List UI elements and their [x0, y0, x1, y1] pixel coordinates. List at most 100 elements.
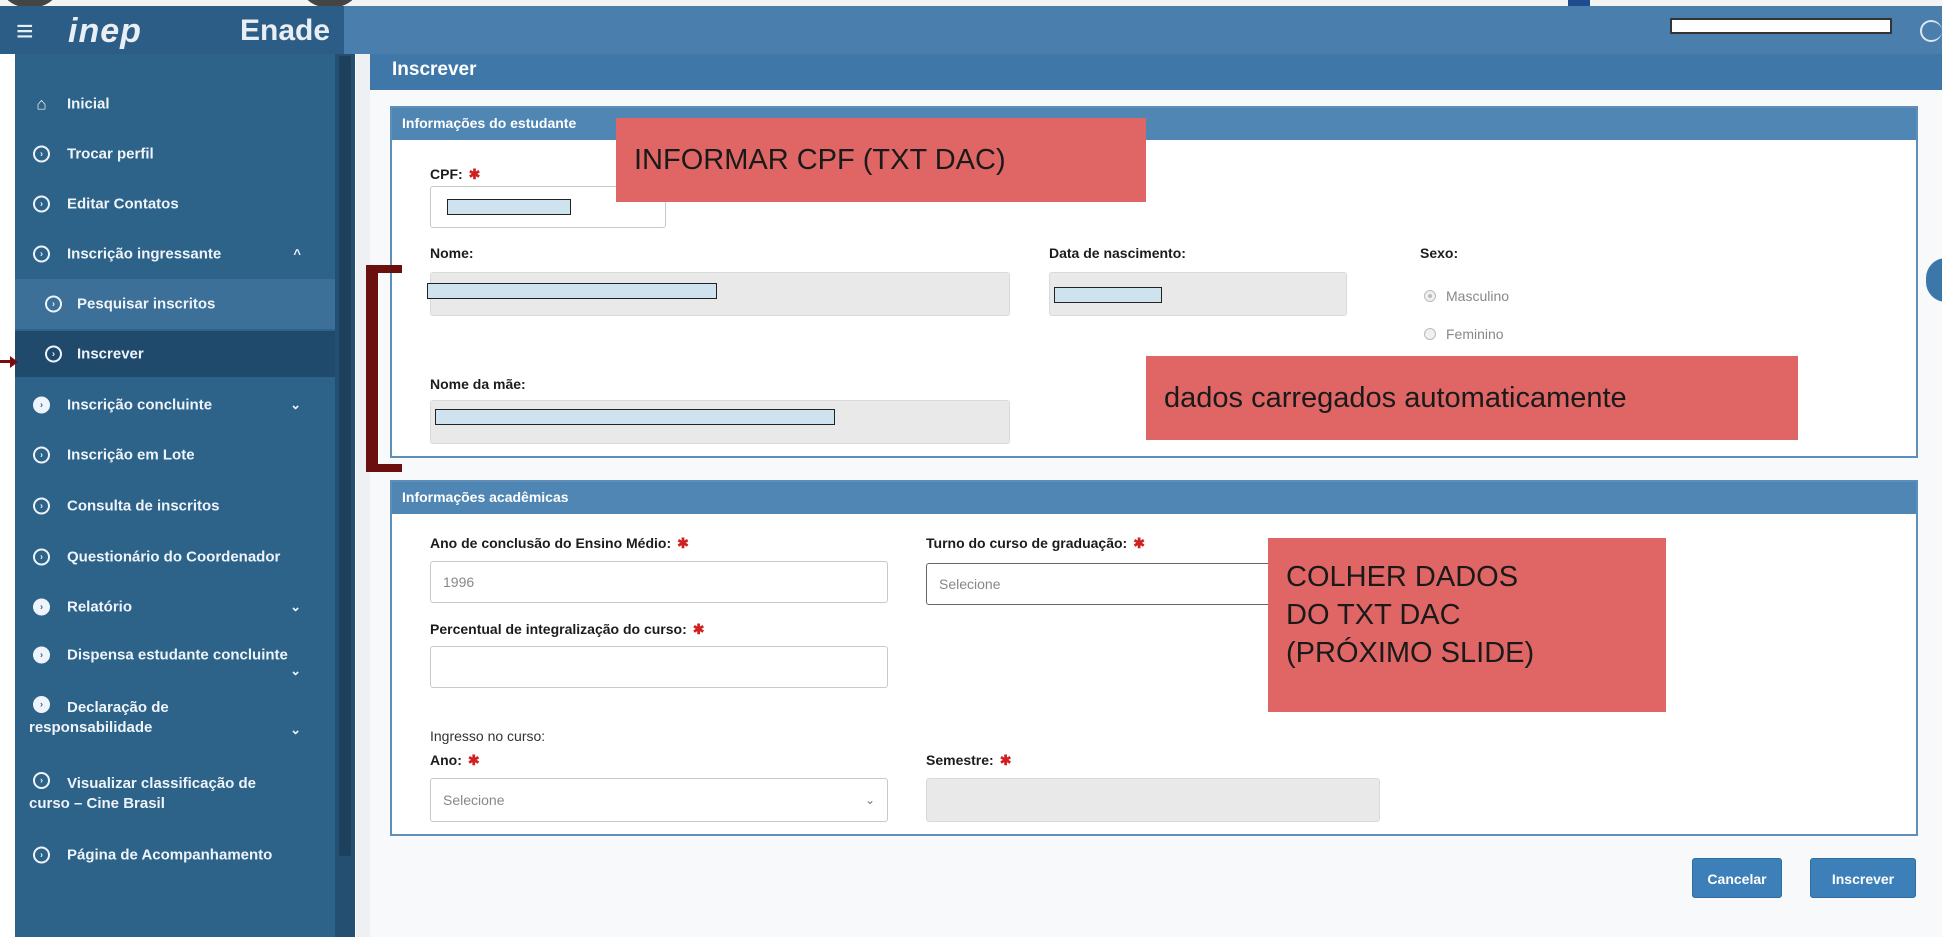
hamburger-icon[interactable]: ≡ — [16, 17, 34, 47]
turno-select[interactable]: Selecione — [926, 563, 1286, 605]
sidebar-item-label: Pesquisar inscritos — [77, 295, 216, 313]
chevron-down-icon: ⌄ — [864, 793, 875, 807]
sidebar-item-dispensa-estudante[interactable]: › Dispensa estudante concluinte ⌄ — [15, 637, 335, 681]
sidebar-item-relatorio[interactable]: › Relatório ⌄ — [15, 587, 335, 627]
auto-load-annotation: dados carregados automaticamente — [1146, 356, 1798, 440]
ingresso-label: Ingresso no curso: — [430, 728, 546, 744]
ano-conclusao-input[interactable]: 1996 — [430, 561, 888, 603]
circle-arrow-icon: › — [45, 345, 62, 363]
cpf-label: CPF: ✱ — [430, 166, 480, 183]
chevron-down-icon: ⌄ — [290, 663, 301, 678]
required-icon: ✱ — [467, 752, 480, 768]
turno-label: Turno do curso de graduação: ✱ — [926, 535, 1145, 552]
required-icon: ✱ — [677, 535, 689, 551]
circle-arrow-icon: › — [33, 497, 50, 515]
mae-label: Nome da mãe: — [430, 376, 526, 392]
sidebar-item-label: Página de Acompanhamento — [67, 846, 273, 864]
home-icon: ⌂ — [36, 94, 47, 114]
circle-arrow-icon: › — [45, 295, 62, 313]
sidebar-item-label-line2: curso – Cine Brasil — [29, 795, 165, 812]
pointer-arrow-icon — [10, 356, 18, 368]
nome-field — [427, 272, 1010, 316]
bracket-annotation — [366, 265, 378, 472]
ano-ingresso-select[interactable]: Selecione ⌄ — [430, 778, 888, 822]
sidebar-item-inscricao-ingressante[interactable]: › Inscrição ingressante ^ — [15, 234, 335, 274]
semestre-select[interactable] — [926, 778, 1380, 822]
sidebar-item-label-line2: responsabilidade — [29, 719, 153, 736]
circle-arrow-icon: › — [33, 446, 50, 464]
ano-conclusao-label-text: Ano de conclusão do Ensino Médio: — [430, 535, 672, 551]
sexo-feminino-label: Feminino — [1446, 326, 1504, 342]
sexo-label: Sexo: — [1420, 245, 1459, 261]
sidebar-item-editar-contatos[interactable]: › Editar Contatos — [15, 184, 335, 224]
cpf-annotation: INFORMAR CPF (TXT DAC) — [616, 118, 1146, 202]
ano-label-text: Ano: — [430, 752, 462, 768]
percentual-label: Percentual de integralização do curso: ✱ — [430, 621, 704, 638]
nascimento-label: Data de nascimento: — [1049, 245, 1186, 261]
sidebar-item-label: Inscrição concluinte — [67, 396, 213, 414]
circle-arrow-icon: › — [33, 846, 50, 864]
semestre-label: Semestre: ✱ — [926, 752, 1011, 769]
submit-button[interactable]: Inscrever — [1810, 858, 1916, 898]
ano-conclusao-label: Ano de conclusão do Ensino Médio: ✱ — [430, 535, 689, 552]
sidebar-item-inscricao-concluinte[interactable]: › Inscrição concluinte ⌄ — [15, 385, 335, 425]
nascimento-field — [1049, 272, 1347, 316]
circle-arrow-icon: › — [33, 548, 50, 566]
chevron-down-icon: ⌄ — [290, 599, 301, 614]
sidebar-item-label: Consulta de inscritos — [67, 497, 220, 515]
sidebar-item-declaracao-responsabilidade[interactable]: › Declaração de responsabilidade ⌄ — [15, 690, 335, 746]
sidebar-scrollbar-thumb[interactable] — [339, 56, 351, 856]
sidebar-item-pagina-acompanhamento[interactable]: › Página de Acompanhamento — [15, 835, 335, 875]
sidebar-item-label: Visualizar classificação de curso – Cine… — [29, 774, 256, 814]
sidebar-item-consulta-de-inscritos[interactable]: › Consulta de inscritos — [15, 486, 335, 526]
circle-arrow-icon: › — [33, 646, 50, 664]
cancel-button[interactable]: Cancelar — [1692, 858, 1782, 898]
collect-note-line1: COLHER DADOS — [1286, 561, 1519, 593]
sexo-masculino-radio[interactable] — [1424, 290, 1436, 302]
sidebar-item-label: Dispensa estudante concluinte — [67, 646, 288, 664]
sidebar-item-label-line1: Declaração de — [67, 699, 169, 716]
user-menu-redacted[interactable] — [1670, 18, 1892, 34]
circle-arrow-icon: › — [33, 245, 50, 263]
required-icon: ✱ — [1133, 535, 1145, 551]
mae-field — [430, 400, 1010, 444]
chevron-down-icon: ⌄ — [290, 722, 301, 737]
sexo-feminino-radio[interactable] — [1424, 328, 1436, 340]
collect-note-line3: (PRÓXIMO SLIDE) — [1286, 637, 1535, 669]
page-title: Inscrever — [392, 59, 477, 80]
semestre-label-text: Semestre: — [926, 752, 994, 768]
sidebar-item-inicial[interactable]: ⌂ Inicial — [15, 84, 335, 124]
chevron-down-icon: ⌄ — [290, 397, 301, 412]
sidebar-item-label: Editar Contatos — [67, 195, 179, 213]
redacted-value — [1054, 287, 1162, 303]
cpf-label-text: CPF: — [430, 166, 463, 182]
main-left-edge — [356, 54, 370, 937]
page-header — [370, 54, 1942, 90]
app-name: Enade — [240, 14, 331, 47]
sidebar-item-questionario-coordenador[interactable]: › Questionário do Coordenador — [15, 537, 335, 577]
sidebar-item-visualizar-classificacao[interactable]: › Visualizar classificação de curso – Ci… — [15, 766, 335, 822]
panel-title: Informações acadêmicas — [392, 482, 1916, 514]
redacted-value — [447, 199, 571, 215]
circle-arrow-icon: › — [33, 396, 50, 414]
sidebar-item-inscricao-em-lote[interactable]: › Inscrição em Lote — [15, 435, 335, 475]
percentual-input[interactable] — [430, 646, 888, 688]
sidebar-item-label: Relatório — [67, 598, 133, 616]
circle-arrow-icon: › — [33, 195, 50, 213]
turno-label-text: Turno do curso de graduação: — [926, 535, 1128, 551]
sidebar-item-label: Inscrição em Lote — [67, 446, 195, 464]
sidebar-item-label: Inscrever — [77, 345, 144, 363]
circle-arrow-icon: › — [33, 598, 50, 616]
bracket-annotation-bottom — [366, 464, 402, 472]
header-edge-icon[interactable] — [1920, 20, 1942, 42]
ano-conclusao-value: 1996 — [443, 574, 475, 590]
sidebar-item-pesquisar-inscritos[interactable]: › Pesquisar inscritos — [15, 279, 335, 329]
sidebar-item-trocar-perfil[interactable]: › Trocar perfil — [15, 134, 335, 174]
sexo-masculino-label: Masculino — [1446, 288, 1510, 304]
sidebar-item-label: Declaração de responsabilidade — [29, 698, 169, 738]
ano-placeholder: Selecione — [443, 792, 505, 808]
inep-logo: inep — [68, 12, 142, 50]
sidebar-item-label-line1: Visualizar classificação de — [67, 775, 257, 792]
redacted-value — [435, 409, 835, 425]
sidebar-item-inscrever[interactable]: › Inscrever — [15, 331, 335, 377]
